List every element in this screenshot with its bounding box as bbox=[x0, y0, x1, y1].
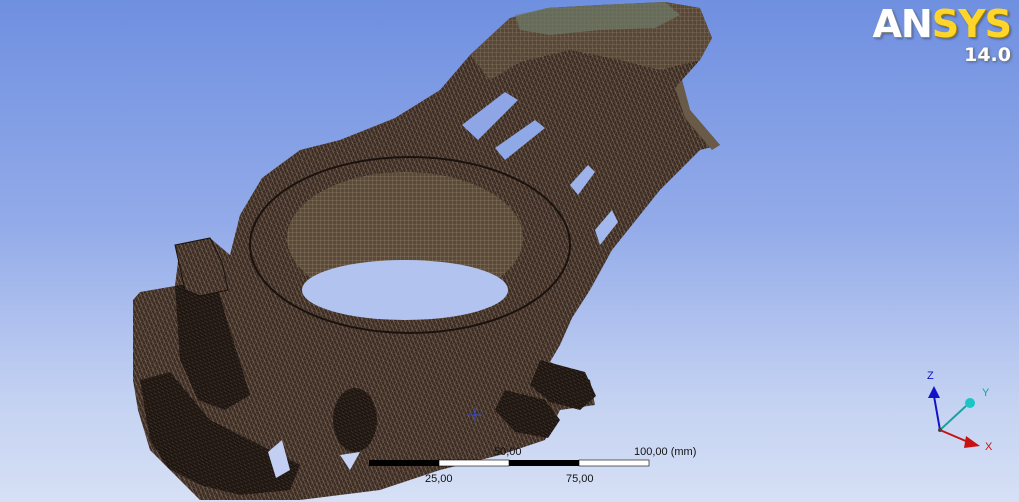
graphics-viewport[interactable] bbox=[0, 0, 1019, 502]
z-axis-arrowhead-icon bbox=[928, 386, 940, 398]
triad-z-label: Z bbox=[927, 370, 934, 382]
scale-bar bbox=[369, 459, 650, 467]
ansys-logo: ANSYS bbox=[872, 2, 1012, 46]
triad-y-label: Y bbox=[982, 387, 990, 399]
x-axis bbox=[939, 429, 969, 443]
mesh-ring-hole bbox=[302, 260, 508, 320]
mesh-boss bbox=[333, 388, 377, 452]
axis-triad[interactable] bbox=[928, 386, 980, 448]
logo-version: 14.0 bbox=[964, 44, 1011, 66]
logo-brand-an: AN bbox=[872, 2, 933, 46]
scale-label-25: 25,00 bbox=[425, 473, 453, 485]
triad-origin bbox=[938, 428, 942, 432]
mesh-model[interactable] bbox=[133, 2, 720, 500]
y-axis bbox=[939, 405, 967, 431]
scale-label-75: 75,00 bbox=[566, 473, 594, 485]
z-axis bbox=[933, 395, 941, 431]
scale-label-100: 100,00 (mm) bbox=[634, 446, 697, 458]
scale-label-50: 50,00 bbox=[494, 446, 522, 458]
triad-x-label: X bbox=[985, 441, 993, 453]
x-axis-arrowhead-icon bbox=[964, 436, 980, 448]
logo-brand-sys: SYS bbox=[931, 2, 1012, 46]
y-axis-sphere-icon bbox=[965, 398, 975, 408]
